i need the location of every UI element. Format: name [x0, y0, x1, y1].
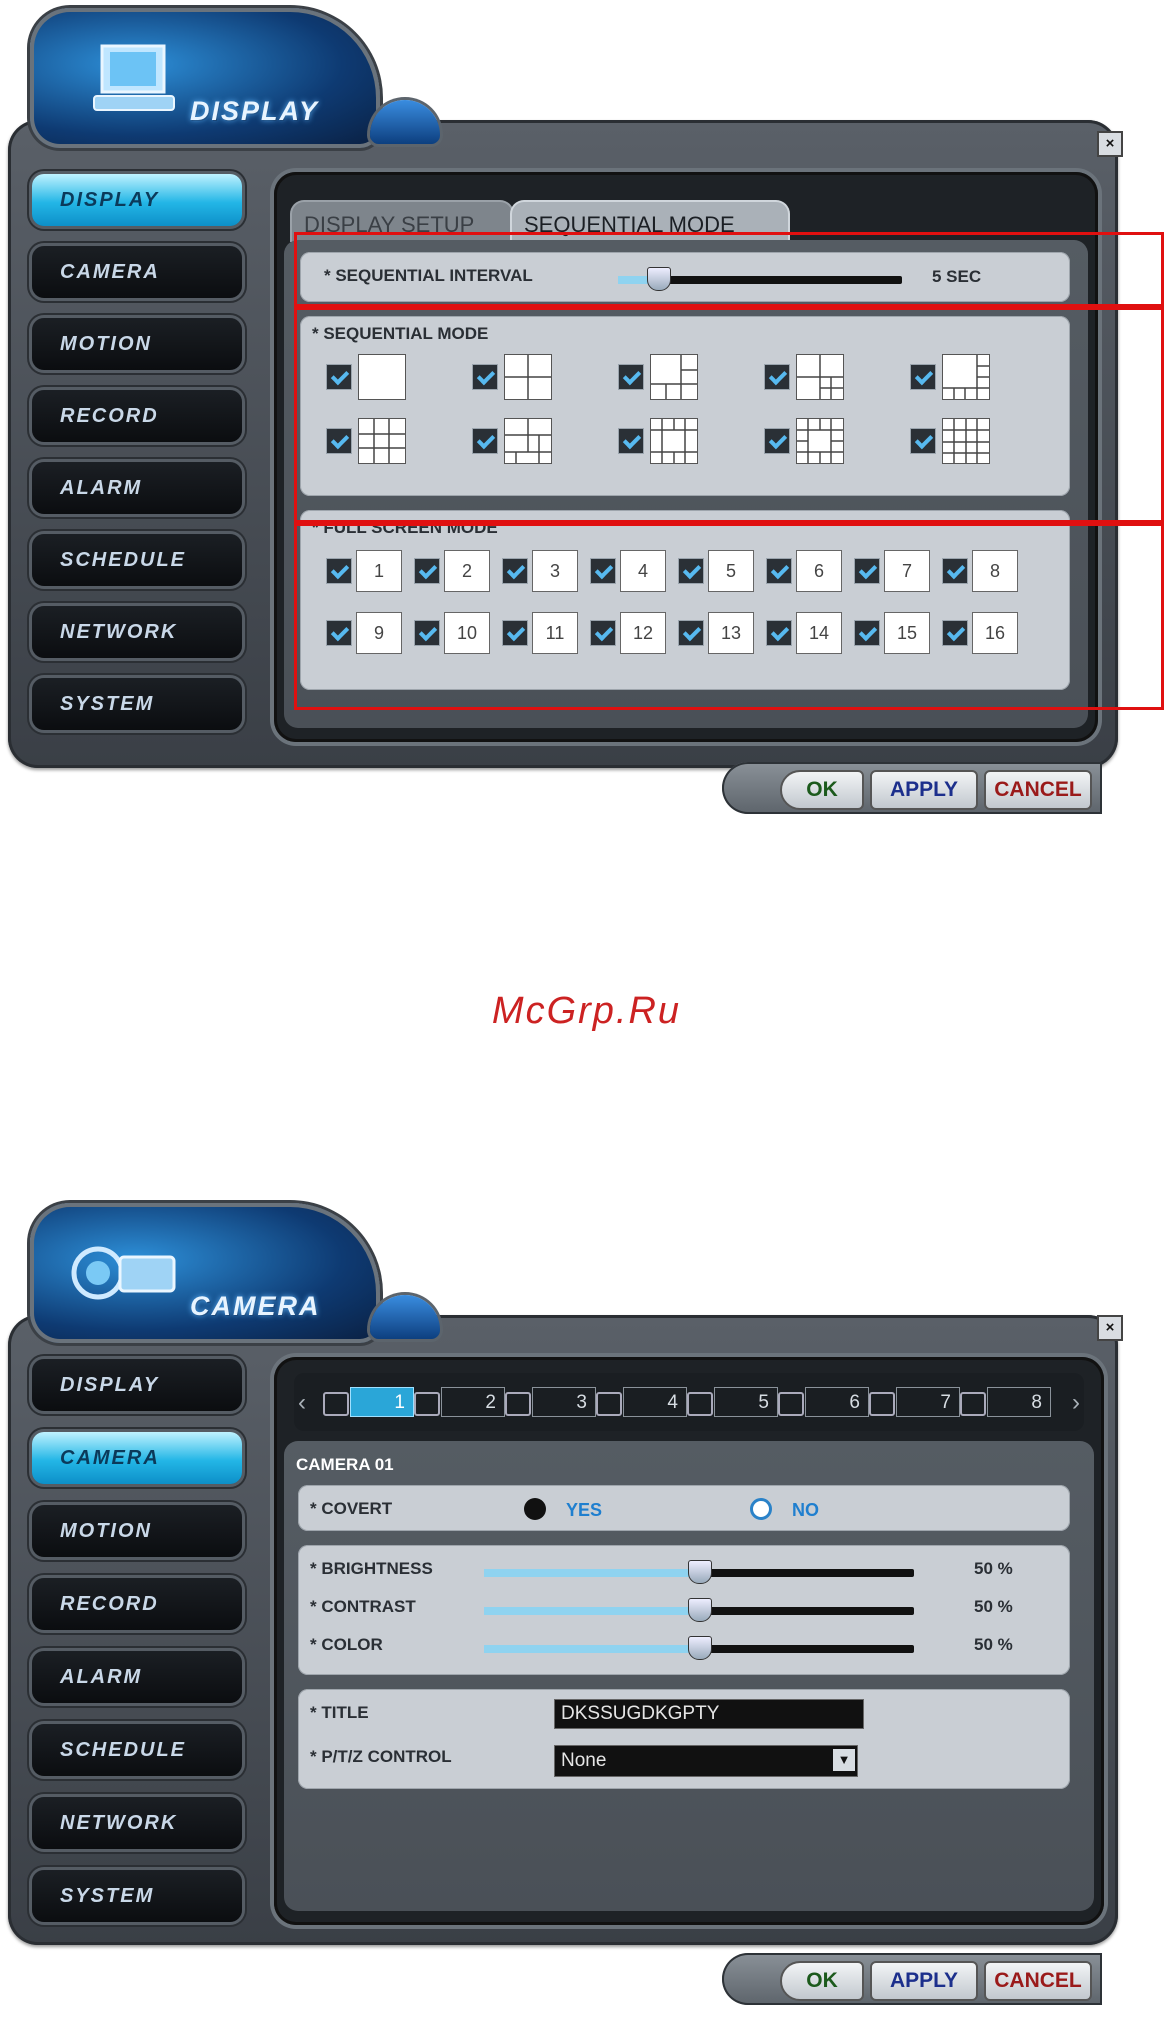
- ptz-select[interactable]: None ▼: [554, 1745, 858, 1777]
- button-bar: OK APPLY CANCEL: [722, 1953, 1102, 2005]
- apply-button[interactable]: APPLY: [870, 770, 978, 810]
- menu-item-alarm[interactable]: ALARM: [32, 1651, 242, 1703]
- camera-tab-label: 8: [1031, 1392, 1042, 1413]
- title-ptz-section: * TITLE DKSSUGDKGPTY * P/T/Z CONTROL Non…: [298, 1689, 1070, 1789]
- camera-icon: [960, 1392, 986, 1416]
- side-menu: DISPLAY CAMERA MOTION RECORD ALARM SCHED…: [32, 1359, 242, 1943]
- camera-settings: CAMERA 01 * COVERT YES NO * BRIGHTNESS 5…: [284, 1441, 1094, 1911]
- header-title: DISPLAY: [190, 96, 320, 126]
- camera-icon: [505, 1392, 531, 1416]
- camera-tab-1[interactable]: 1: [323, 1387, 414, 1417]
- brightness-value: 50 %: [974, 1559, 1013, 1578]
- title-label: * TITLE: [310, 1703, 369, 1722]
- camera-tab-2[interactable]: 2: [414, 1387, 505, 1417]
- camera-tab-strip: ‹ 1 2 3 4 5 6 7 8 ›: [294, 1373, 1084, 1431]
- camera-tab-label: 4: [667, 1392, 678, 1413]
- content-panel: ‹ 1 2 3 4 5 6 7 8 › CAMERA 01 * COVERT YES NO *…: [274, 1357, 1104, 1925]
- menu-item-schedule[interactable]: SCHEDULE: [32, 534, 242, 586]
- display-screen: DISPLAY × DISPLAY CAMERA MOTION RECORD A…: [0, 0, 1173, 840]
- camera-icon: [869, 1392, 895, 1416]
- camera-tab-label: 3: [576, 1392, 587, 1413]
- camera-tab-label: 6: [849, 1392, 860, 1413]
- camera-icon: [687, 1392, 713, 1416]
- annotation-box-sequential: [294, 304, 1164, 526]
- brightness-slider[interactable]: [484, 1560, 914, 1584]
- covert-yes-radio[interactable]: [524, 1498, 546, 1520]
- ptz-label: * P/T/Z CONTROL: [310, 1747, 452, 1766]
- camera-tab-label: 7: [940, 1392, 951, 1413]
- color-value: 50 %: [974, 1635, 1013, 1654]
- title-input[interactable]: DKSSUGDKGPTY: [554, 1699, 864, 1729]
- ok-button[interactable]: OK: [780, 1961, 864, 2001]
- contrast-value: 50 %: [974, 1597, 1013, 1616]
- brightness-label: * BRIGHTNESS: [310, 1559, 433, 1578]
- camera-tab-3[interactable]: 3: [505, 1387, 596, 1417]
- chevron-down-icon[interactable]: ▼: [833, 1749, 855, 1771]
- chevron-left-icon[interactable]: ‹: [298, 1389, 306, 1417]
- slider-thumb[interactable]: [688, 1636, 712, 1660]
- image-adjust-section: * BRIGHTNESS 50 % * CONTRAST 50 % * COLO…: [298, 1545, 1070, 1675]
- cancel-button[interactable]: CANCEL: [984, 1961, 1092, 2001]
- monitor-icon: [93, 44, 175, 111]
- camera-tab-6[interactable]: 6: [778, 1387, 869, 1417]
- covert-yes-label: YES: [566, 1500, 603, 1520]
- camera-icon: [323, 1392, 349, 1416]
- button-bar: OK APPLY CANCEL: [722, 762, 1102, 814]
- color-label: * COLOR: [310, 1635, 383, 1654]
- header-fin: [370, 1295, 440, 1339]
- menu-item-display[interactable]: DISPLAY: [32, 174, 242, 226]
- side-menu: DISPLAY CAMERA MOTION RECORD ALARM SCHED…: [32, 174, 242, 750]
- slider-thumb[interactable]: [688, 1598, 712, 1622]
- contrast-slider[interactable]: [484, 1598, 914, 1622]
- header-title: CAMERA: [190, 1291, 321, 1321]
- covert-no-label: NO: [792, 1500, 819, 1520]
- watermark-text: McGrp.Ru: [491, 990, 682, 1032]
- menu-item-system[interactable]: SYSTEM: [32, 1870, 242, 1922]
- menu-item-display[interactable]: DISPLAY: [32, 1359, 242, 1411]
- header-badge: DISPLAY: [30, 8, 380, 148]
- menu-item-schedule[interactable]: SCHEDULE: [32, 1724, 242, 1776]
- camera-tab-label: 1: [394, 1392, 405, 1413]
- cancel-button[interactable]: CANCEL: [984, 770, 1092, 810]
- color-slider[interactable]: [484, 1636, 914, 1660]
- header-badge: CAMERA: [30, 1203, 380, 1343]
- menu-item-motion[interactable]: MOTION: [32, 318, 242, 370]
- ok-button[interactable]: OK: [780, 770, 864, 810]
- camera-tab-5[interactable]: 5: [687, 1387, 778, 1417]
- slider-thumb[interactable]: [688, 1560, 712, 1584]
- ptz-selected-value: None: [561, 1750, 607, 1771]
- camera-tab-8[interactable]: 8: [960, 1387, 1051, 1417]
- camera-tab-label: 5: [758, 1392, 769, 1413]
- menu-item-network[interactable]: NETWORK: [32, 606, 242, 658]
- menu-item-record[interactable]: RECORD: [32, 1578, 242, 1630]
- camera-name: CAMERA 01: [296, 1455, 394, 1474]
- menu-item-motion[interactable]: MOTION: [32, 1505, 242, 1557]
- menu-item-record[interactable]: RECORD: [32, 390, 242, 442]
- covert-section: * COVERT YES NO: [298, 1485, 1070, 1531]
- covert-label: * COVERT: [310, 1499, 393, 1518]
- camera-tab-label: 2: [485, 1392, 496, 1413]
- chevron-right-icon[interactable]: ›: [1072, 1389, 1080, 1417]
- camera-icon: [414, 1392, 440, 1416]
- camera-screen: CAMERA × DISPLAY CAMERA MOTION RECORD AL…: [0, 1195, 1173, 2019]
- menu-item-camera[interactable]: CAMERA: [32, 1432, 242, 1484]
- camera-icon: [71, 1246, 176, 1300]
- close-button[interactable]: ×: [1097, 1315, 1123, 1341]
- covert-no-radio[interactable]: [750, 1498, 772, 1520]
- camera-icon: [596, 1392, 622, 1416]
- camera-icon: [778, 1392, 804, 1416]
- menu-item-network[interactable]: NETWORK: [32, 1797, 242, 1849]
- menu-item-alarm[interactable]: ALARM: [32, 462, 242, 514]
- header-fin: [370, 100, 440, 144]
- camera-tab-7[interactable]: 7: [869, 1387, 960, 1417]
- close-button[interactable]: ×: [1097, 131, 1123, 157]
- apply-button[interactable]: APPLY: [870, 1961, 978, 2001]
- menu-item-camera[interactable]: CAMERA: [32, 246, 242, 298]
- contrast-label: * CONTRAST: [310, 1597, 416, 1616]
- menu-item-system[interactable]: SYSTEM: [32, 678, 242, 730]
- annotation-box-fullscreen: [294, 520, 1164, 710]
- annotation-box-interval: [294, 232, 1164, 310]
- camera-tab-4[interactable]: 4: [596, 1387, 687, 1417]
